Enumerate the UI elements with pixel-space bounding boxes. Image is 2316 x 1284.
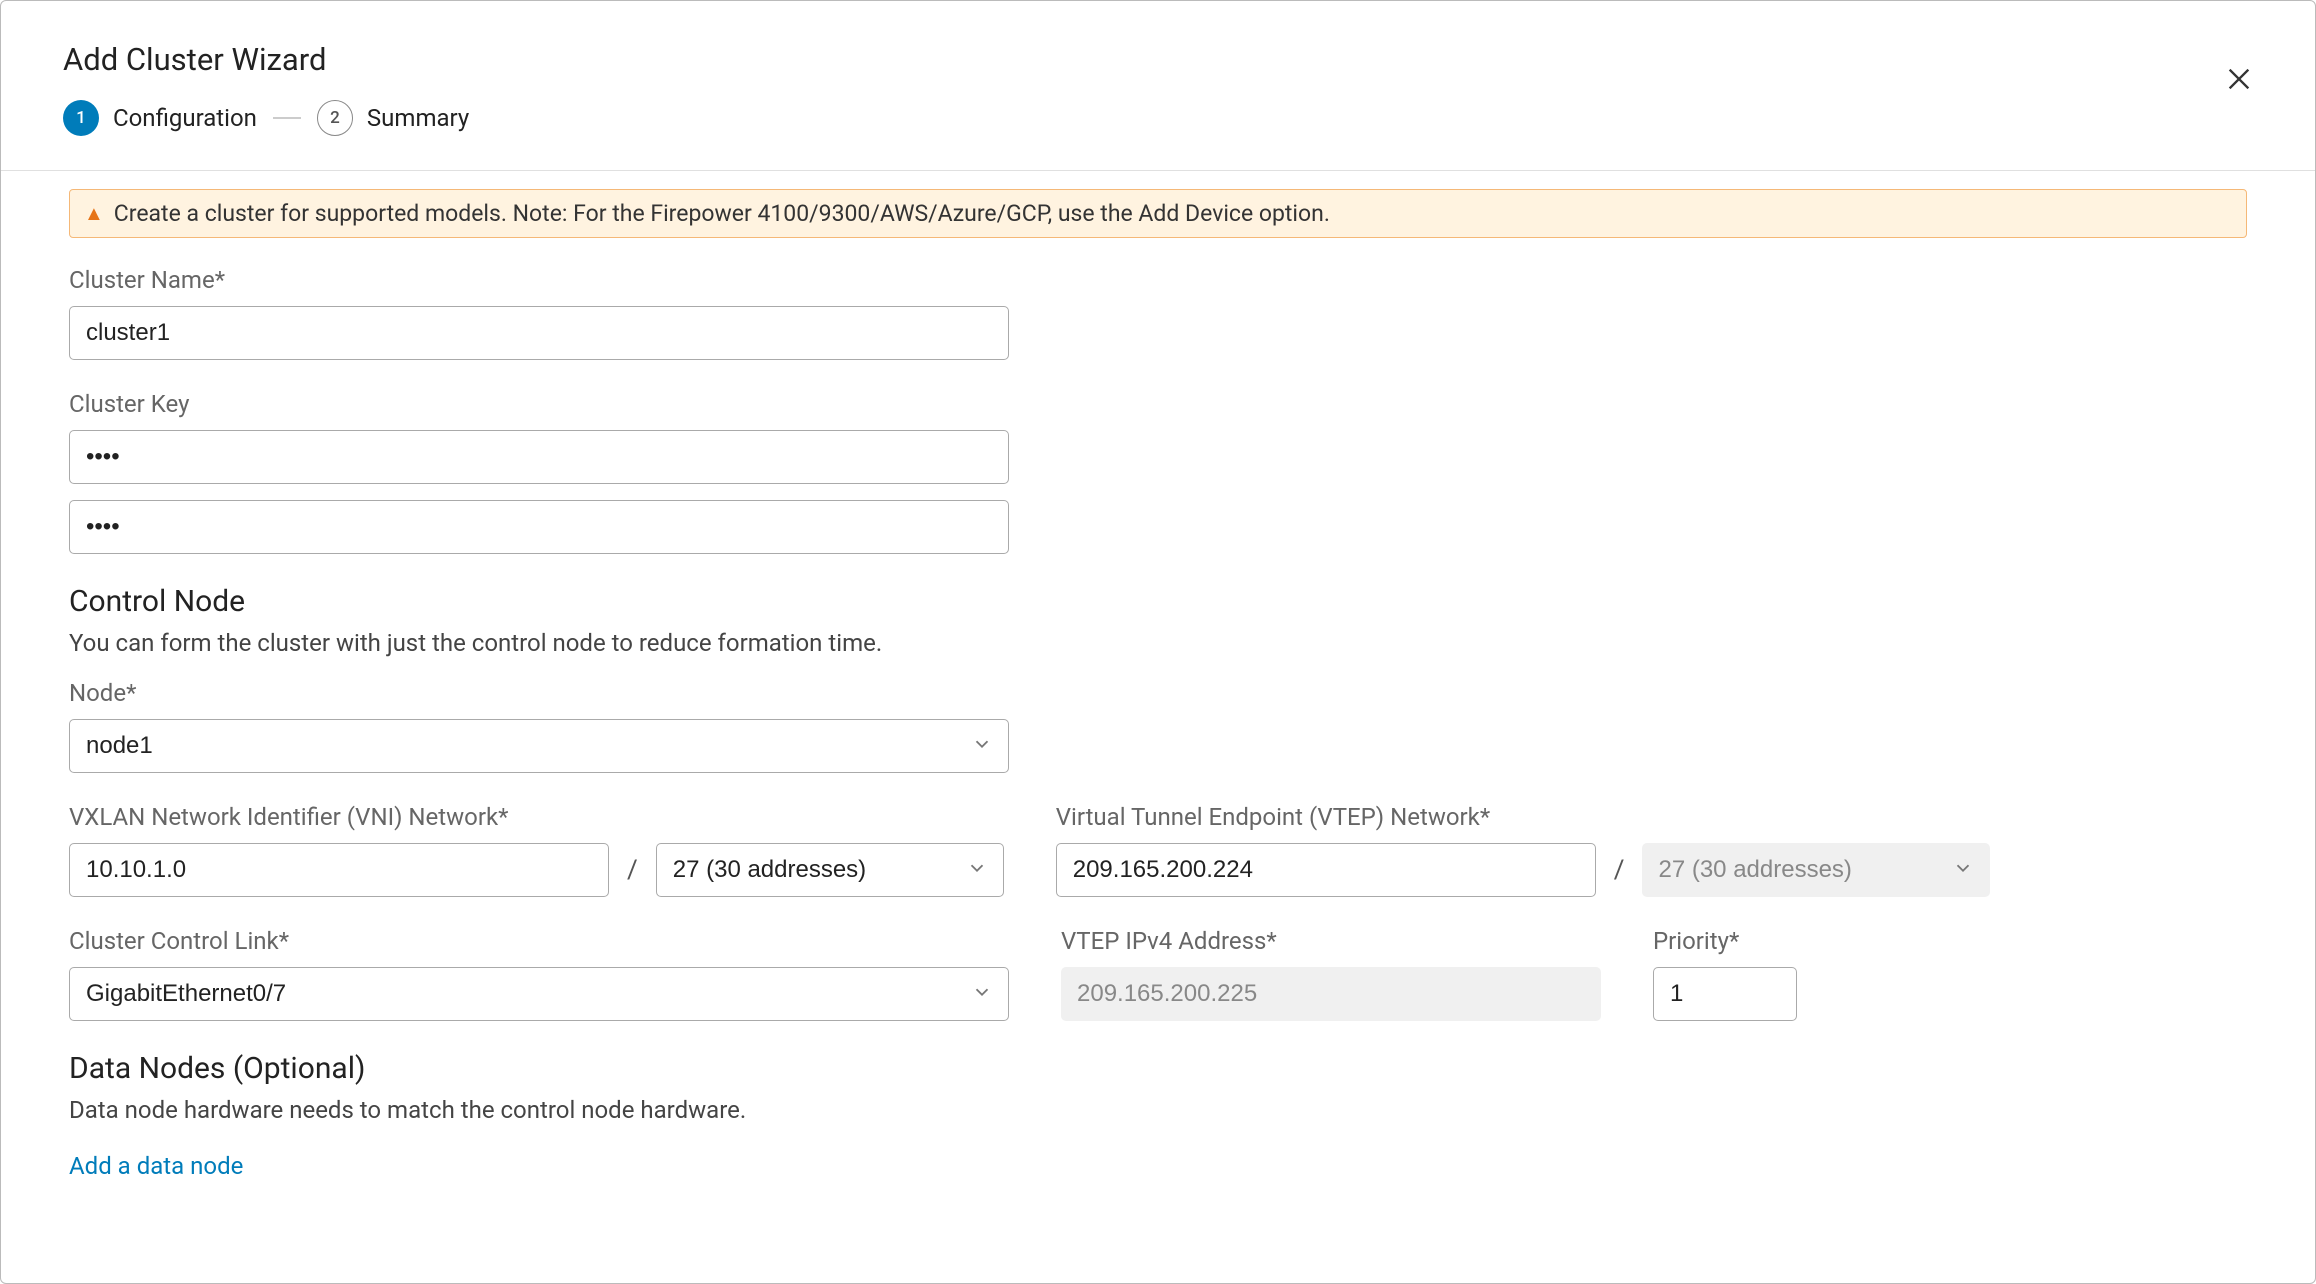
page-title: Add Cluster Wizard — [63, 41, 2253, 78]
data-nodes-subtext: Data node hardware needs to match the co… — [69, 1096, 2247, 1124]
node-select[interactable] — [69, 719, 1009, 773]
warning-icon: ▲ — [84, 201, 104, 226]
close-icon — [2225, 65, 2253, 97]
control-node-subtext: You can form the cluster with just the c… — [69, 629, 2247, 657]
cluster-name-input[interactable] — [69, 306, 1009, 360]
vni-network-label: VXLAN Network Identifier (VNI) Network* — [69, 803, 1004, 831]
cluster-control-link-select[interactable] — [69, 967, 1009, 1021]
step-divider — [273, 117, 301, 119]
priority-input[interactable] — [1653, 967, 1797, 1021]
step-number: 2 — [317, 100, 353, 136]
cluster-key-label: Cluster Key — [69, 390, 2247, 418]
add-data-node-link[interactable]: Add a data node — [69, 1152, 243, 1180]
step-configuration[interactable]: 1 Configuration — [63, 100, 257, 136]
cluster-control-link-label: Cluster Control Link* — [69, 927, 1009, 955]
node-label: Node* — [69, 679, 2247, 707]
info-alert: ▲ Create a cluster for supported models.… — [69, 189, 2247, 238]
vtep-cidr-select[interactable] — [1642, 843, 1990, 897]
wizard-stepper: 1 Configuration 2 Summary — [63, 100, 2253, 136]
cluster-key-input[interactable] — [69, 430, 1009, 484]
priority-label: Priority* — [1653, 927, 1797, 955]
vni-ip-input[interactable] — [69, 843, 609, 897]
step-number: 1 — [63, 100, 99, 136]
data-nodes-heading: Data Nodes (Optional) — [69, 1051, 2247, 1086]
alert-text: Create a cluster for supported models. N… — [114, 200, 1330, 227]
cluster-key-confirm-input[interactable] — [69, 500, 1009, 554]
cidr-slash: / — [1614, 855, 1625, 885]
vtep-ipv4-label: VTEP IPv4 Address* — [1061, 927, 1601, 955]
control-node-heading: Control Node — [69, 584, 2247, 619]
vtep-ipv4-input — [1061, 967, 1601, 1021]
step-summary[interactable]: 2 Summary — [317, 100, 469, 136]
vtep-network-label: Virtual Tunnel Endpoint (VTEP) Network* — [1056, 803, 1991, 831]
vtep-ip-input[interactable] — [1056, 843, 1596, 897]
close-button[interactable] — [2221, 63, 2257, 99]
vni-cidr-select[interactable] — [656, 843, 1004, 897]
step-label: Configuration — [113, 104, 257, 132]
cidr-slash: / — [627, 855, 638, 885]
step-label: Summary — [367, 104, 469, 132]
cluster-name-label: Cluster Name* — [69, 266, 2247, 294]
